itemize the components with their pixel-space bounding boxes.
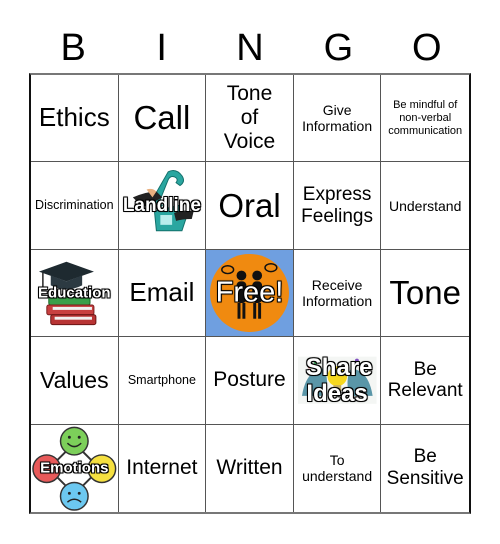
cell-text: Be Relevant (387, 358, 463, 402)
header-letter-b: B (60, 27, 86, 69)
bingo-cell[interactable]: Tone of Voice (206, 75, 294, 163)
bingo-cell[interactable]: Written (206, 424, 294, 512)
cell-text: Receive Information (302, 276, 373, 309)
bingo-cell[interactable]: Email (118, 249, 207, 338)
bingo-cell[interactable]: Understand (381, 162, 469, 250)
bingo-cell[interactable]: Be Relevant (381, 337, 469, 425)
cell-text: Smartphone (127, 373, 196, 388)
bingo-cell[interactable]: Be mindful of non-verbal communication (381, 75, 469, 163)
cell-text: Understand (388, 197, 462, 214)
cell-text: Be Sensitive (386, 446, 464, 490)
bingo-cell[interactable]: Be Sensitive (381, 425, 469, 512)
bingo-cell-image[interactable]: Emotions (31, 424, 119, 512)
bingo-cell-image[interactable]: Education (31, 249, 119, 338)
cell-text: Ethics (38, 102, 110, 133)
bingo-cell[interactable]: Discrimination (31, 162, 119, 250)
free-space-cell[interactable]: Free! (206, 249, 294, 338)
header-letter-n: N (236, 27, 264, 69)
cell-text: Tone (389, 274, 461, 312)
bingo-cell[interactable]: Receive Information (293, 249, 382, 338)
bingo-cell[interactable]: Internet (119, 424, 207, 512)
bingo-cell[interactable]: Smartphone (118, 337, 207, 425)
bingo-cell[interactable]: Posture (206, 337, 294, 425)
bingo-header: B I N G O (29, 26, 471, 70)
cell-text: Be mindful of non-verbal communication (388, 99, 463, 137)
bingo-board: Ethics Call Tone of Voice Give Informati… (29, 73, 471, 514)
cell-text: Landline (122, 194, 201, 216)
cell-text: Give Information (302, 102, 373, 135)
cell-text: Email (129, 277, 195, 308)
cell-text: To understand (302, 452, 373, 485)
cell-text: Posture (213, 368, 286, 392)
cell-text: Discrimination (35, 198, 114, 213)
cell-text: Call (133, 99, 191, 137)
bingo-cell[interactable]: Tone (381, 250, 469, 338)
bingo-cell-image[interactable]: Share Ideas (293, 337, 382, 425)
bingo-cell[interactable]: Ethics (31, 75, 119, 163)
cell-text: Tone of Voice (223, 81, 276, 154)
free-space-label: Free! (215, 276, 284, 309)
header-letter-i: I (156, 27, 167, 69)
cell-text: Written (216, 456, 283, 480)
bingo-cell-image[interactable]: Landline (118, 162, 207, 250)
cell-text: Values (39, 367, 109, 394)
bingo-cell[interactable]: Values (31, 337, 119, 425)
cell-text: Internet (126, 456, 198, 480)
header-letter-g: G (323, 27, 354, 69)
cell-text: Express Feelings (301, 183, 373, 227)
cell-text: Oral (218, 186, 281, 224)
cell-text: Share Ideas (305, 354, 373, 407)
cell-text: Emotions (39, 459, 109, 477)
bingo-cell[interactable]: Give Information (293, 75, 382, 163)
bingo-cell[interactable]: Call (118, 75, 207, 163)
bingo-cell[interactable]: Express Feelings (293, 162, 382, 250)
bingo-cell[interactable]: Oral (206, 162, 294, 250)
header-letter-o: O (412, 27, 442, 69)
bingo-cell[interactable]: To understand (294, 424, 382, 512)
cell-text: Education (37, 284, 111, 302)
